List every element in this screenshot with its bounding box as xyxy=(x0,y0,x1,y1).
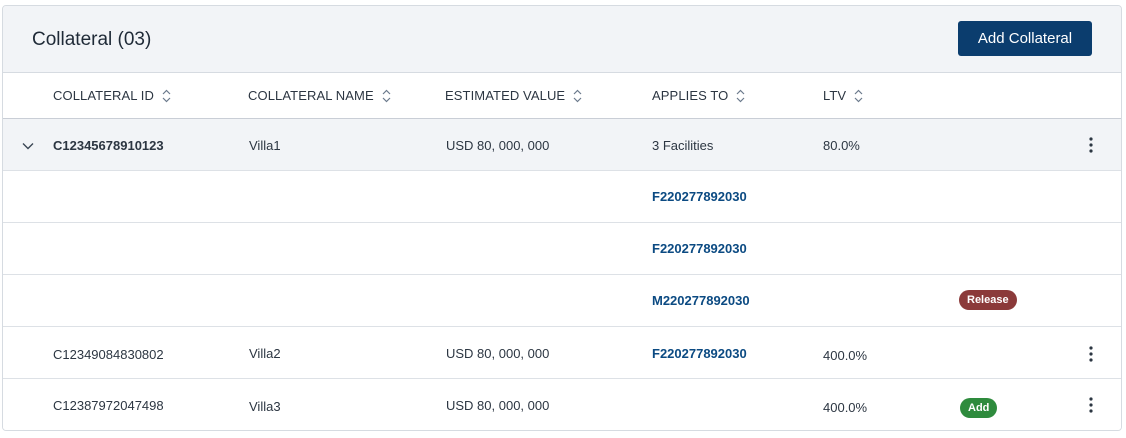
sort-icon[interactable] xyxy=(162,89,171,103)
card-header: Collateral (03) Add Collateral xyxy=(3,6,1121,73)
collateral-id: C12349084830802 xyxy=(53,347,164,362)
collateral-id: C12387972047498 xyxy=(53,398,164,413)
ltv-value: 400.0% xyxy=(823,348,868,363)
collateral-name: Villa1 xyxy=(249,138,281,153)
facility-link[interactable]: F220277892030 xyxy=(652,346,747,361)
facility-link[interactable]: M220277892030 xyxy=(652,293,750,308)
facility-sub-row: F220277892030 xyxy=(3,171,1121,223)
ltv-value: 400.0% xyxy=(823,400,868,415)
column-header-label: ESTIMATED VALUE xyxy=(445,88,566,103)
facility-sub-row: M220277892030 Release xyxy=(3,275,1121,327)
column-header-label: COLLATERAL ID xyxy=(53,88,154,103)
collateral-card: Collateral (03) Add Collateral COLLATERA… xyxy=(2,5,1122,431)
collateral-name: Villa2 xyxy=(249,346,281,361)
estimated-value: USD 80, 000, 000 xyxy=(446,346,550,361)
column-header-collateral-id[interactable]: COLLATERAL ID xyxy=(53,88,171,103)
column-header-label: LTV xyxy=(823,88,847,103)
facility-sub-row: F220277892030 xyxy=(3,223,1121,275)
kebab-menu-icon[interactable] xyxy=(1083,396,1099,414)
facility-link[interactable]: F220277892030 xyxy=(652,241,747,256)
kebab-menu-icon[interactable] xyxy=(1083,345,1099,363)
chevron-down-icon[interactable] xyxy=(21,139,35,153)
column-header-label: APPLIES TO xyxy=(652,88,729,103)
add-collateral-button[interactable]: Add Collateral xyxy=(958,21,1092,56)
release-badge[interactable]: Release xyxy=(959,290,1017,310)
page-title: Collateral (03) xyxy=(32,29,152,50)
column-header-applies-to[interactable]: APPLIES TO xyxy=(652,88,745,103)
facility-link[interactable]: F220277892030 xyxy=(652,189,747,204)
column-header-estimated-value[interactable]: ESTIMATED VALUE xyxy=(445,88,582,103)
add-badge[interactable]: Add xyxy=(960,398,998,418)
sort-icon[interactable] xyxy=(382,89,391,103)
estimated-value: USD 80, 000, 000 xyxy=(446,398,550,413)
applies-to: 3 Facilities xyxy=(652,138,714,153)
table-row[interactable]: C12387972047498 Villa3 USD 80, 000, 000 … xyxy=(3,379,1121,430)
kebab-menu-icon[interactable] xyxy=(1083,136,1099,154)
sort-icon[interactable] xyxy=(854,89,863,103)
sort-icon[interactable] xyxy=(736,89,745,103)
table-row[interactable]: C12345678910123 Villa1 USD 80, 000, 000 … xyxy=(3,118,1121,171)
column-header-collateral-name[interactable]: COLLATERAL NAME xyxy=(248,88,391,103)
table-header: COLLATERAL ID COLLATERAL NAME ESTIMATED … xyxy=(3,73,1121,119)
sort-icon[interactable] xyxy=(573,89,582,103)
collateral-name: Villa3 xyxy=(249,399,281,414)
ltv-value: 80.0% xyxy=(823,138,860,153)
estimated-value: USD 80, 000, 000 xyxy=(446,138,550,153)
column-header-label: COLLATERAL NAME xyxy=(248,88,374,103)
collateral-id: C12345678910123 xyxy=(53,138,164,153)
table-row[interactable]: C12349084830802 Villa2 USD 80, 000, 000 … xyxy=(3,327,1121,379)
column-header-ltv[interactable]: LTV xyxy=(823,88,863,103)
